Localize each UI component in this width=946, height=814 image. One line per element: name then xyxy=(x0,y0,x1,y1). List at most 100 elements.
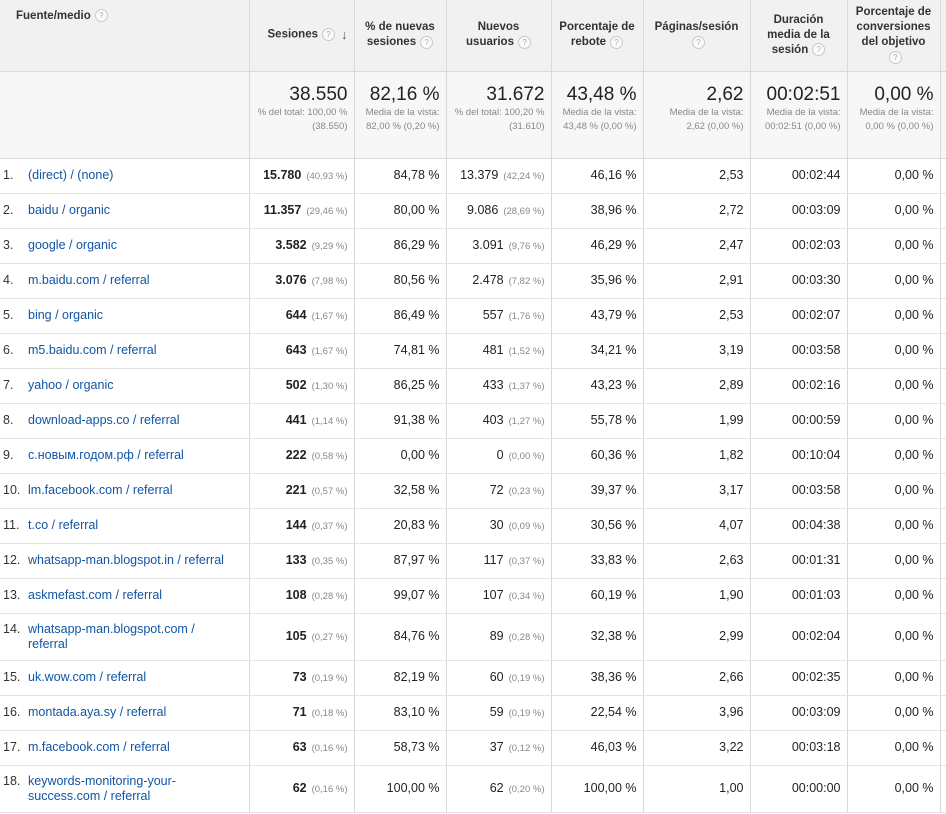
conversion-cell: 0,00 % xyxy=(847,508,941,544)
conversion-cell: 0,00 % xyxy=(847,543,941,579)
scroll-edge xyxy=(940,333,946,369)
row-index: 2. xyxy=(3,203,14,217)
help-icon[interactable]: ? xyxy=(517,35,531,49)
duration-cell: 00:01:31 xyxy=(750,543,848,579)
help-icon[interactable]: ? xyxy=(94,9,108,23)
help-icon[interactable]: ? xyxy=(420,35,434,49)
source-link[interactable]: m5.baidu.com / referral xyxy=(28,343,236,358)
pages-cell: 1,90 xyxy=(643,578,751,614)
sessions-value: 15.780 xyxy=(263,167,302,182)
help-icon[interactable]: ? xyxy=(812,43,826,57)
new-users-cell: 89 (0,28 %) xyxy=(446,613,552,661)
sessions-value: 3.582 xyxy=(275,237,307,252)
sessions-pct: (1,30 %) xyxy=(311,380,348,392)
scroll-edge xyxy=(940,228,946,264)
conversion-cell: 0,00 % xyxy=(847,695,941,731)
source-link[interactable]: download-apps.co / referral xyxy=(28,413,236,428)
col-header-new-users[interactable]: Nuevos usuarios? xyxy=(446,0,552,72)
source-link[interactable]: google / organic xyxy=(28,238,236,253)
col-header-new-users-label: Nuevos usuarios xyxy=(466,21,520,49)
total-sessions: 38.550% del total: 100,00 % (38.550) xyxy=(249,71,355,159)
pages-cell: 2,53 xyxy=(643,158,751,194)
new-users-cell: 403 (1,27 %) xyxy=(446,403,552,439)
new-users-value: 72 xyxy=(489,482,504,497)
sessions-pct: (0,27 %) xyxy=(311,631,348,643)
source-cell: 15. uk.wow.com / referral xyxy=(0,660,250,696)
sessions-cell: 644 (1,67 %) xyxy=(249,298,355,334)
source-link[interactable]: lm.facebook.com / referral xyxy=(28,483,236,498)
duration-cell: 00:02:07 xyxy=(750,298,848,334)
sessions-value: 144 xyxy=(285,517,307,532)
source-link[interactable]: whatsapp-man.blogspot.in / referral xyxy=(28,553,236,568)
source-link[interactable]: bing / organic xyxy=(28,308,236,323)
col-header-conversion[interactable]: Porcentaje de conversiones del objetivo? xyxy=(847,0,941,72)
new-users-pct: (7,82 %) xyxy=(508,275,545,287)
pages-cell: 2,72 xyxy=(643,193,751,229)
col-header-source[interactable]: Fuente/medio? xyxy=(0,0,250,72)
new-users-value: 3.091 xyxy=(472,237,504,252)
source-link[interactable]: с.новым.годом.рф / referral xyxy=(28,448,236,463)
col-header-pages[interactable]: Páginas/sesión? xyxy=(643,0,751,72)
col-header-pages-label: Páginas/sesión xyxy=(654,21,739,34)
bounce-cell: 46,03 % xyxy=(551,730,644,766)
table-row: 10. lm.facebook.com / referral 221 (0,57 %… xyxy=(0,473,946,509)
help-icon[interactable]: ? xyxy=(322,28,335,42)
new-users-pct: (0,23 %) xyxy=(508,485,545,497)
col-header-duration[interactable]: Duración media de la sesión? xyxy=(750,0,848,72)
source-link[interactable]: t.co / referral xyxy=(28,518,236,533)
source-link[interactable]: uk.wow.com / referral xyxy=(28,670,236,685)
duration-cell: 00:03:58 xyxy=(750,333,848,369)
source-link[interactable]: keywords-monitoring-your-success.com / r… xyxy=(28,774,236,804)
sessions-pct: (0,16 %) xyxy=(311,742,348,754)
source-link[interactable]: (direct) / (none) xyxy=(28,168,236,183)
sessions-pct: (0,28 %) xyxy=(311,590,348,602)
new-sessions-cell: 80,56 % xyxy=(354,263,447,299)
table-row: 13. askmefast.com / referral 108 (0,28 %) … xyxy=(0,578,946,614)
row-index: 10. xyxy=(3,483,21,497)
sessions-value: 3.076 xyxy=(275,272,307,287)
col-header-sessions[interactable]: Sesiones? ↓ xyxy=(249,0,355,72)
help-icon[interactable]: ? xyxy=(610,35,624,49)
analytics-table: Fuente/medio? Sesiones? ↓ % de nuevas ses… xyxy=(0,0,946,813)
source-cell: 3. google / organic xyxy=(0,228,250,264)
scroll-edge xyxy=(940,730,946,766)
source-link[interactable]: whatsapp-man.blogspot.com / referral xyxy=(28,622,236,652)
source-link[interactable]: montada.aya.sy / referral xyxy=(28,705,236,720)
total-new-sessions: 82,16 % Media de la vista: 82,00 % (0,20 … xyxy=(354,71,447,159)
source-link[interactable]: yahoo / organic xyxy=(28,378,236,393)
source-link[interactable]: askmefast.com / referral xyxy=(28,588,236,603)
sessions-pct: (0,16 %) xyxy=(311,783,348,795)
conversion-cell: 0,00 % xyxy=(847,613,941,661)
duration-cell: 00:01:03 xyxy=(750,578,848,614)
duration-cell: 00:00:00 xyxy=(750,765,848,813)
scroll-edge xyxy=(940,765,946,813)
new-users-pct: (1,27 %) xyxy=(508,415,545,427)
table-row: 11. t.co / referral 144 (0,37 %) 20,83 % 3… xyxy=(0,508,946,544)
source-link[interactable]: baidu / organic xyxy=(28,203,236,218)
new-users-pct: (1,37 %) xyxy=(508,380,545,392)
scroll-edge xyxy=(940,0,946,72)
pages-cell: 3,22 xyxy=(643,730,751,766)
source-link[interactable]: m.baidu.com / referral xyxy=(28,273,236,288)
sessions-value: 644 xyxy=(285,307,307,322)
new-users-cell: 60 (0,19 %) xyxy=(446,660,552,696)
row-index: 4. xyxy=(3,273,14,287)
sort-descending-icon[interactable]: ↓ xyxy=(341,27,348,42)
new-users-value: 117 xyxy=(483,552,504,567)
new-sessions-cell: 0,00 % xyxy=(354,438,447,474)
new-sessions-cell: 74,81 % xyxy=(354,333,447,369)
table-row: 18. keywords-monitoring-your-success.com … xyxy=(0,765,946,813)
col-header-bounce[interactable]: Porcentaje de rebote? xyxy=(551,0,644,72)
col-header-new-sessions[interactable]: % de nuevas sesiones? xyxy=(354,0,447,72)
sessions-cell: 133 (0,35 %) xyxy=(249,543,355,579)
help-icon[interactable]: ? xyxy=(889,50,902,64)
bounce-cell: 100,00 % xyxy=(551,765,644,813)
bounce-cell: 32,38 % xyxy=(551,613,644,661)
source-link[interactable]: m.facebook.com / referral xyxy=(28,740,236,755)
sessions-pct: (40,93 %) xyxy=(306,170,348,182)
sessions-value: 502 xyxy=(285,377,307,392)
total-conversion: 0,00 % Media de la vista: 0,00 % (0,00 %) xyxy=(847,71,941,159)
new-users-pct: (0,00 %) xyxy=(508,450,545,462)
help-icon[interactable]: ? xyxy=(692,35,705,49)
new-users-cell: 107 (0,34 %) xyxy=(446,578,552,614)
